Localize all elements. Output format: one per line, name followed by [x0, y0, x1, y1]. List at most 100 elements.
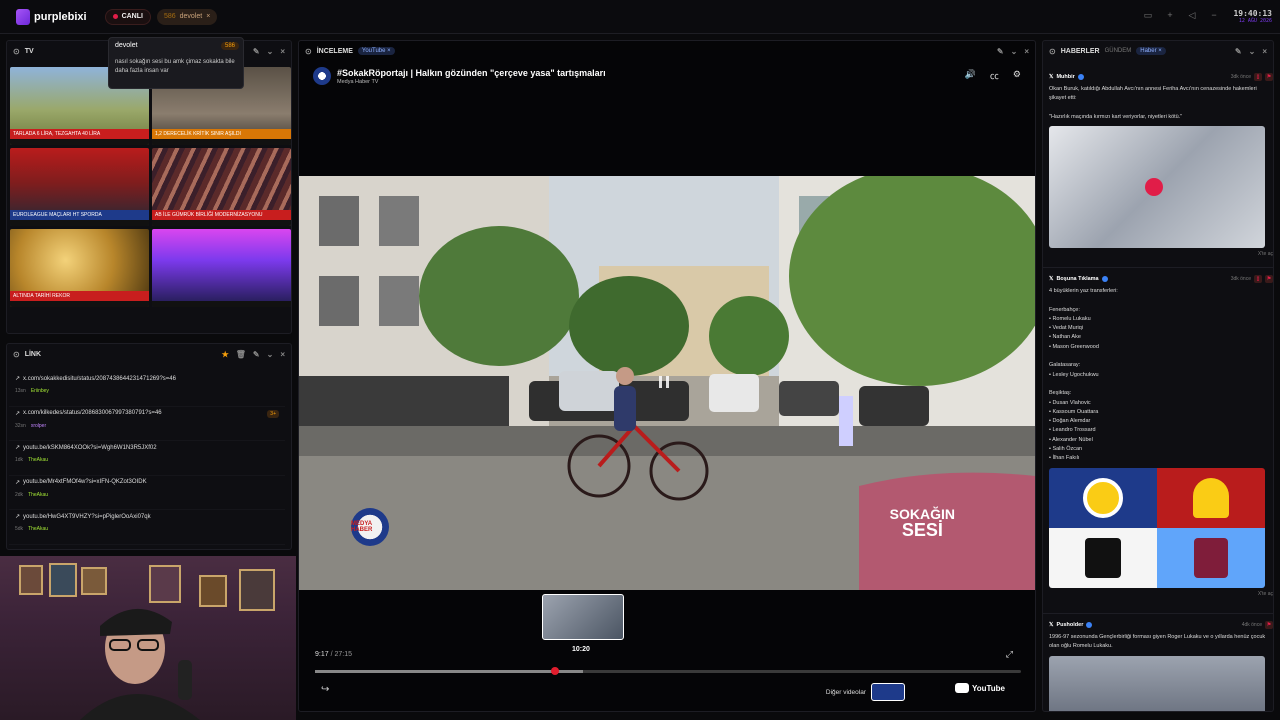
news-item[interactable]: 𝕏 Muhbir 3dk önce ▯ ⚑ Okan Buruk, katıld…: [1045, 73, 1273, 257]
close-icon[interactable]: ×: [206, 13, 210, 20]
edit-icon[interactable]: ✎: [253, 47, 260, 56]
chevron-down-icon[interactable]: ⌄: [267, 47, 274, 56]
link-time: 32sn: [15, 422, 26, 429]
pause-icon[interactable]: [659, 376, 669, 388]
clock-date: 12 AĞU 2026: [1238, 18, 1272, 24]
chat-popup[interactable]: devolet 586 nasıl sokağın sesi bu amk çi…: [108, 37, 244, 89]
chevron-down-icon[interactable]: ⌄: [1011, 47, 1018, 56]
channel-avatar[interactable]: [313, 67, 331, 85]
other-video-thumbnail[interactable]: [871, 683, 905, 701]
youtube-tag[interactable]: YouTube ×: [357, 47, 395, 55]
close-icon[interactable]: ×: [280, 47, 285, 56]
medya-haber-logo: MEDYA HABER: [351, 508, 389, 546]
close-icon[interactable]: ×: [280, 350, 285, 359]
chevron-down-icon[interactable]: ⌄: [267, 350, 274, 359]
volume-icon[interactable]: ◁: [1186, 10, 1198, 21]
fenerbahce-logo-icon: [1049, 467, 1157, 528]
flag-icon[interactable]: ⚑: [1265, 73, 1273, 81]
video-time: 9:17 / 27:15: [315, 651, 352, 658]
news-image-club-logos[interactable]: [1049, 467, 1265, 588]
other-videos[interactable]: Diğer videolar: [826, 683, 905, 701]
minus-icon[interactable]: −: [1208, 10, 1220, 21]
chevron-down-icon[interactable]: ⌄: [1249, 47, 1256, 56]
link-title: LİNK: [24, 350, 42, 358]
webcam-image: [19, 563, 275, 720]
live-indicator[interactable]: CANLI: [104, 8, 151, 25]
news-time: 3dk önce: [1230, 276, 1251, 282]
link-count-badge: 3+: [267, 409, 279, 418]
volume-icon[interactable]: 🔊: [965, 69, 976, 82]
play-icon[interactable]: [1145, 178, 1163, 197]
youtube-label: YouTube: [971, 683, 1005, 693]
window-icon[interactable]: ▭: [1142, 10, 1154, 21]
captions-icon[interactable]: ㏄: [990, 69, 999, 82]
link-item[interactable]: ↗ youtu.be/kSKM864XOOk?si=Wgh6W1N3R5JXf02…: [9, 441, 285, 476]
viewer-count: 586: [163, 13, 176, 20]
link-user: Eriinbey: [30, 388, 49, 394]
news-image[interactable]: [1049, 655, 1265, 711]
close-icon[interactable]: ×: [1262, 47, 1267, 56]
open-on-x-link[interactable]: X'te aç: [1049, 251, 1273, 257]
link-item[interactable]: ↗ x.com/kilkedes/status/20868300679973807…: [9, 407, 285, 441]
progress-knob[interactable]: [551, 667, 560, 675]
link-url[interactable]: youtu.be/HwG4XT9VHZY?si=pPiglerOoAxi07qk: [23, 514, 151, 520]
settings-icon[interactable]: ⚙: [1013, 69, 1021, 82]
haber-tag[interactable]: Haber ×: [1136, 47, 1166, 55]
tv-icon: ⊙: [13, 46, 20, 56]
link-user: xrolper: [30, 422, 47, 429]
news-item[interactable]: 𝕏 Boşuna Tıklama 3dk önce ▯ ⚑ 4 büyükler…: [1045, 275, 1273, 597]
link-url[interactable]: youtu.be/Mr4xtFMOf4w?si=xIFN-QKZot3OIDK: [23, 479, 147, 485]
edit-icon[interactable]: ✎: [253, 350, 260, 359]
link-icon: ↗: [15, 479, 21, 486]
news-item[interactable]: 𝕏 Pusholder 4dk önce ⚑ 1996-97 sezonunda…: [1045, 621, 1273, 711]
bookmark-icon[interactable]: ▯: [1254, 275, 1262, 283]
open-on-x-link[interactable]: X'te aç: [1049, 591, 1273, 597]
purplebixi-logo-icon: [16, 8, 30, 25]
close-icon[interactable]: ×: [1024, 47, 1029, 56]
edit-icon[interactable]: ✎: [1235, 47, 1242, 56]
share-icon[interactable]: ↪: [321, 684, 329, 695]
link-time: 1dk: [15, 457, 24, 463]
news-icon: ⊙: [1049, 46, 1056, 56]
add-icon[interactable]: +: [1164, 10, 1176, 21]
news-image[interactable]: [1049, 126, 1265, 249]
news-author: Pusholder: [1056, 622, 1084, 628]
progress-bar[interactable]: [315, 667, 1021, 675]
link-panel: ⊙ LİNK ★ 🗑 ✎ ⌄ × ↗ x.com/sokakkedisitu/st…: [6, 343, 292, 550]
video-frame[interactable]: MEDYA HABER SOKAĞIN SESİ: [299, 176, 1035, 590]
news-author: Boşuna Tıklama: [1056, 276, 1099, 282]
tab-gundem[interactable]: GÜNDEM: [1105, 48, 1132, 54]
edit-icon[interactable]: ✎: [997, 47, 1004, 56]
link-url[interactable]: x.com/sokakkedisitu/status/2087438644231…: [23, 376, 176, 382]
live-label: CANLI: [121, 13, 143, 20]
tv-channel-4[interactable]: AB İLE GÜMRÜK BİRLİĞİ MODERNİZASYONU: [152, 148, 291, 226]
tv-channel-6[interactable]: [152, 229, 291, 307]
brand-logo[interactable]: purplebixi: [16, 8, 87, 25]
clock: 19:40:13 12 AĞU 2026: [1233, 9, 1272, 24]
chat-badge: 586: [220, 42, 239, 50]
link-item[interactable]: ↗ youtu.be/Mr4xtFMOf4w?si=xIFN-QKZot3OIDK…: [9, 476, 285, 510]
link-url[interactable]: x.com/kilkedes/status/208683006799738079…: [23, 410, 162, 416]
tv-channel-5[interactable]: ALTINDA TARİHİ REKOR: [10, 229, 149, 307]
star-icon[interactable]: ★: [222, 350, 229, 359]
youtube-link[interactable]: YouTube: [954, 683, 1005, 693]
link-panel-header: ⊙ LİNK ★ 🗑 ✎ ⌄ ×: [7, 344, 291, 364]
viewer-pill[interactable]: 586 devolet ×: [156, 8, 218, 25]
flag-icon[interactable]: ⚑: [1265, 275, 1273, 283]
tv-channel-3[interactable]: EUROLEAGUE MAÇLARI HT SPORDA: [10, 148, 149, 226]
link-item[interactable]: ↗ x.com/sokakkedisitu/status/208743864423…: [9, 372, 285, 407]
other-videos-label: Diğer videolar: [825, 688, 866, 696]
news-time: 4dk önce: [1241, 622, 1262, 628]
flag-icon[interactable]: ⚑: [1265, 621, 1273, 629]
fullscreen-icon[interactable]: ⤢: [1006, 649, 1013, 660]
tv-ticker: EUROLEAGUE MAÇLARI HT SPORDA: [10, 210, 149, 220]
trash-icon[interactable]: 🗑: [236, 350, 246, 359]
live-dot-icon: [112, 14, 118, 19]
link-url[interactable]: youtu.be/kSKM864XOOk?si=Wgh6W1N3R5JXf02: [23, 445, 157, 451]
verified-icon: [1086, 622, 1093, 628]
link-item[interactable]: ↗ youtu.be/HwG4XT9VHZY?si=pPiglerOoAxi07q…: [9, 510, 285, 545]
search-icon: ⊙: [305, 46, 312, 56]
bookmark-icon[interactable]: ▯: [1254, 73, 1262, 81]
channel-name[interactable]: Medya Haber TV: [337, 79, 606, 85]
video-title[interactable]: #SokakRöportajı | Halkın gözünden "çerçe…: [337, 68, 606, 78]
